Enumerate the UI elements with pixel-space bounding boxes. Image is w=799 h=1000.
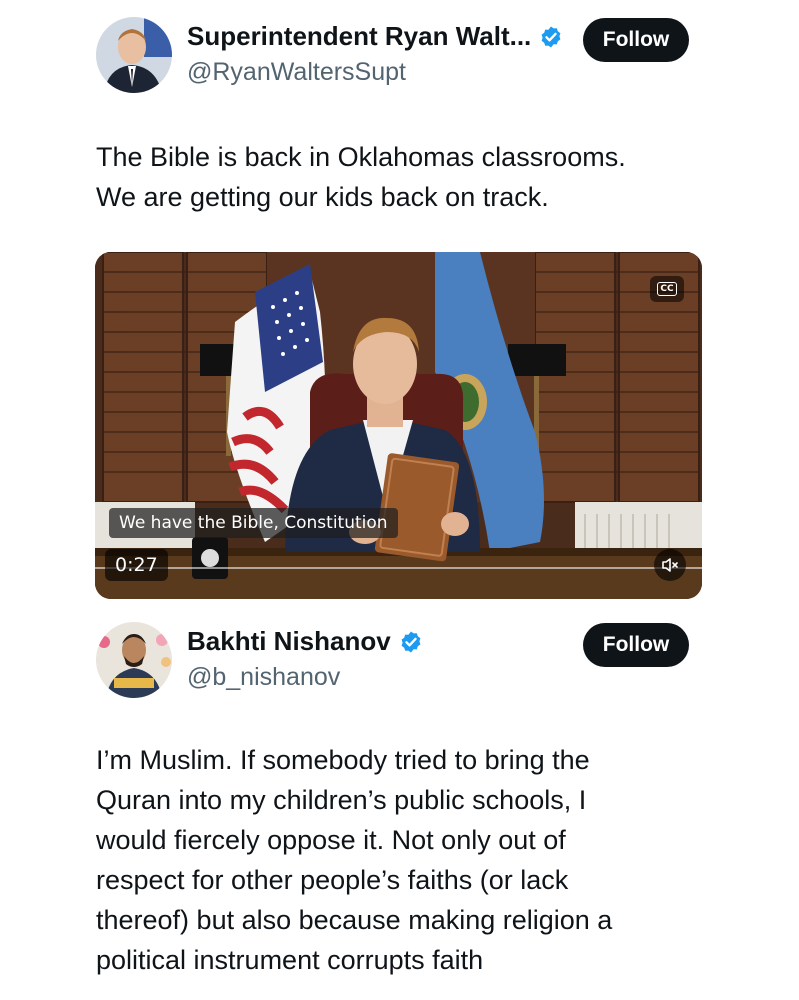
tweet-1: Superintendent Ryan Walt... @RyanWalters… xyxy=(0,0,799,605)
tweet-text-line: Quran into my children’s public schools,… xyxy=(96,785,587,815)
avatar[interactable] xyxy=(96,17,172,93)
author-row: Bakhti Nishanov xyxy=(187,626,423,657)
author-row: Superintendent Ryan Walt... xyxy=(187,21,563,52)
closed-captions-icon: CC xyxy=(657,282,677,296)
follow-button[interactable]: Follow xyxy=(583,18,689,62)
author-name[interactable]: Superintendent Ryan Walt... xyxy=(187,21,531,52)
follow-button[interactable]: Follow xyxy=(583,623,689,667)
tweet-text-line: would fiercely oppose it. Not only out o… xyxy=(96,825,566,855)
author-handle[interactable]: @b_nishanov xyxy=(187,663,340,692)
tweet-text-line: respect for other people’s faiths (or la… xyxy=(96,865,569,895)
verified-badge-icon xyxy=(541,26,561,47)
video-player[interactable]: CC We have the Bible, Constitution 0:27 xyxy=(95,252,702,599)
closed-captions-button[interactable]: CC xyxy=(650,276,684,302)
tweet-text-line: thereof) but also because making religio… xyxy=(96,905,613,935)
video-subtitle: We have the Bible, Constitution xyxy=(109,508,398,538)
verified-badge-icon xyxy=(401,631,421,652)
avatar[interactable] xyxy=(96,622,172,698)
unmute-button[interactable] xyxy=(654,549,686,581)
tweet-text: The Bible is back in Oklahomas classroom… xyxy=(96,137,626,217)
tweet-text-line: I’m Muslim. If somebody tried to bring t… xyxy=(96,745,590,775)
tweet-text: I’m Muslim. If somebody tried to bring t… xyxy=(96,740,612,980)
author-name[interactable]: Bakhti Nishanov xyxy=(187,626,391,657)
tweet-text-line: political instrument corrupts faith xyxy=(96,945,484,975)
video-frame xyxy=(95,252,702,599)
video-progress-bar[interactable] xyxy=(95,567,702,569)
video-duration: 0:27 xyxy=(105,549,168,581)
muted-speaker-icon xyxy=(662,558,678,572)
tweet-2: Bakhti Nishanov @b_nishanov Follow I’m M… xyxy=(0,605,799,1000)
tweet-text-line: The Bible is back in Oklahomas classroom… xyxy=(96,142,626,172)
tweet-text-line: We are getting our kids back on track. xyxy=(96,182,549,212)
author-handle[interactable]: @RyanWaltersSupt xyxy=(187,58,406,87)
